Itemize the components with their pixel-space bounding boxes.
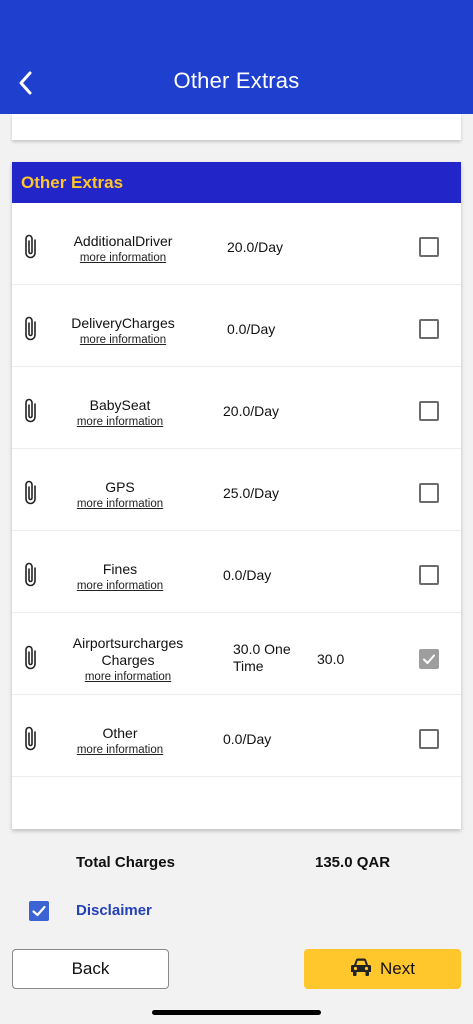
panel-header: Other Extras: [12, 162, 461, 203]
extra-row-other: Other more information 0.0/Day: [12, 695, 461, 777]
extra-price: 0.0/Day: [223, 567, 272, 583]
more-information-link[interactable]: more information: [50, 415, 190, 429]
extra-row-additional-driver: AdditionalDriver more information 20.0/D…: [12, 203, 461, 285]
paperclip-icon: [22, 233, 40, 261]
extra-price: 0.0/Day: [227, 321, 276, 337]
extra-name: AdditionalDriver: [73, 233, 173, 249]
extra-name: GPS: [105, 479, 135, 495]
extra-name-block: DeliveryCharges more information: [53, 315, 193, 347]
extra-row-airport-surcharges: Airportsurcharges Charges more informati…: [12, 613, 461, 695]
app-header: Other Extras: [0, 0, 473, 114]
paperclip-icon: [22, 479, 40, 507]
extra-price: 0.0/Day: [223, 731, 272, 747]
extra-name-block: GPS more information: [50, 479, 190, 511]
more-information-link[interactable]: more information: [58, 670, 198, 684]
extra-name: DeliveryCharges: [71, 315, 175, 331]
extra-checkbox[interactable]: [419, 483, 439, 503]
car-icon: [350, 957, 372, 982]
more-information-link[interactable]: more information: [50, 743, 190, 757]
next-button[interactable]: Next: [304, 949, 461, 989]
more-information-link[interactable]: more information: [50, 497, 190, 511]
extra-price: 25.0/Day: [223, 485, 280, 501]
extra-name-block: Other more information: [50, 725, 190, 757]
total-charges-label: Total Charges: [76, 854, 175, 871]
extra-name-block: Fines more information: [50, 561, 190, 593]
paperclip-icon: [22, 315, 40, 343]
more-information-link[interactable]: more information: [53, 333, 193, 347]
more-information-link[interactable]: more information: [53, 251, 193, 265]
extra-checkbox[interactable]: [419, 237, 439, 257]
extra-checkbox[interactable]: [419, 319, 439, 339]
extra-price: 20.0/Day: [227, 239, 284, 255]
back-button[interactable]: Back: [12, 949, 169, 989]
extra-row-baby-seat: BabySeat more information 20.0/Day: [12, 367, 461, 449]
extra-row-gps: GPS more information 25.0/Day: [12, 449, 461, 531]
extra-name: Other: [102, 725, 138, 741]
page-title: Other Extras: [173, 68, 300, 93]
panel-title: Other Extras: [21, 172, 124, 192]
paperclip-icon: [22, 725, 40, 753]
extras-panel: Other Extras AdditionalDriver more infor…: [12, 162, 461, 829]
extra-checkbox[interactable]: [419, 401, 439, 421]
extra-row-fines: Fines more information 0.0/Day: [12, 531, 461, 613]
back-button-label: Back: [71, 959, 110, 978]
disclaimer-checkbox[interactable]: [29, 901, 49, 921]
extra-name-block: AdditionalDriver more information: [53, 233, 193, 265]
extra-name-block: Airportsurcharges Charges more informati…: [58, 635, 198, 684]
extra-price: 30.0 One Time: [233, 641, 291, 674]
extra-row-delivery-charges: DeliveryCharges more information 0.0/Day: [12, 285, 461, 367]
home-indicator: [152, 1010, 321, 1015]
extra-name: BabySeat: [89, 397, 151, 413]
extra-name-block: BabySeat more information: [50, 397, 190, 429]
collapsed-card: [12, 114, 461, 140]
disclaimer-link[interactable]: Disclaimer: [76, 902, 152, 919]
paperclip-icon: [22, 561, 40, 589]
total-charges-value: 135.0 QAR: [315, 854, 391, 871]
extra-amount: 30.0: [317, 651, 345, 667]
extra-name: Fines: [102, 561, 138, 577]
paperclip-icon: [22, 644, 40, 672]
extra-checkbox[interactable]: [419, 729, 439, 749]
next-button-label: Next: [380, 959, 415, 978]
more-information-link[interactable]: more information: [50, 579, 190, 593]
extra-checkbox-checked[interactable]: [419, 649, 439, 669]
extra-checkbox[interactable]: [419, 565, 439, 585]
extra-price: 20.0/Day: [223, 403, 280, 419]
paperclip-icon: [22, 397, 40, 425]
extra-name: Airportsurcharges Charges: [72, 635, 184, 668]
